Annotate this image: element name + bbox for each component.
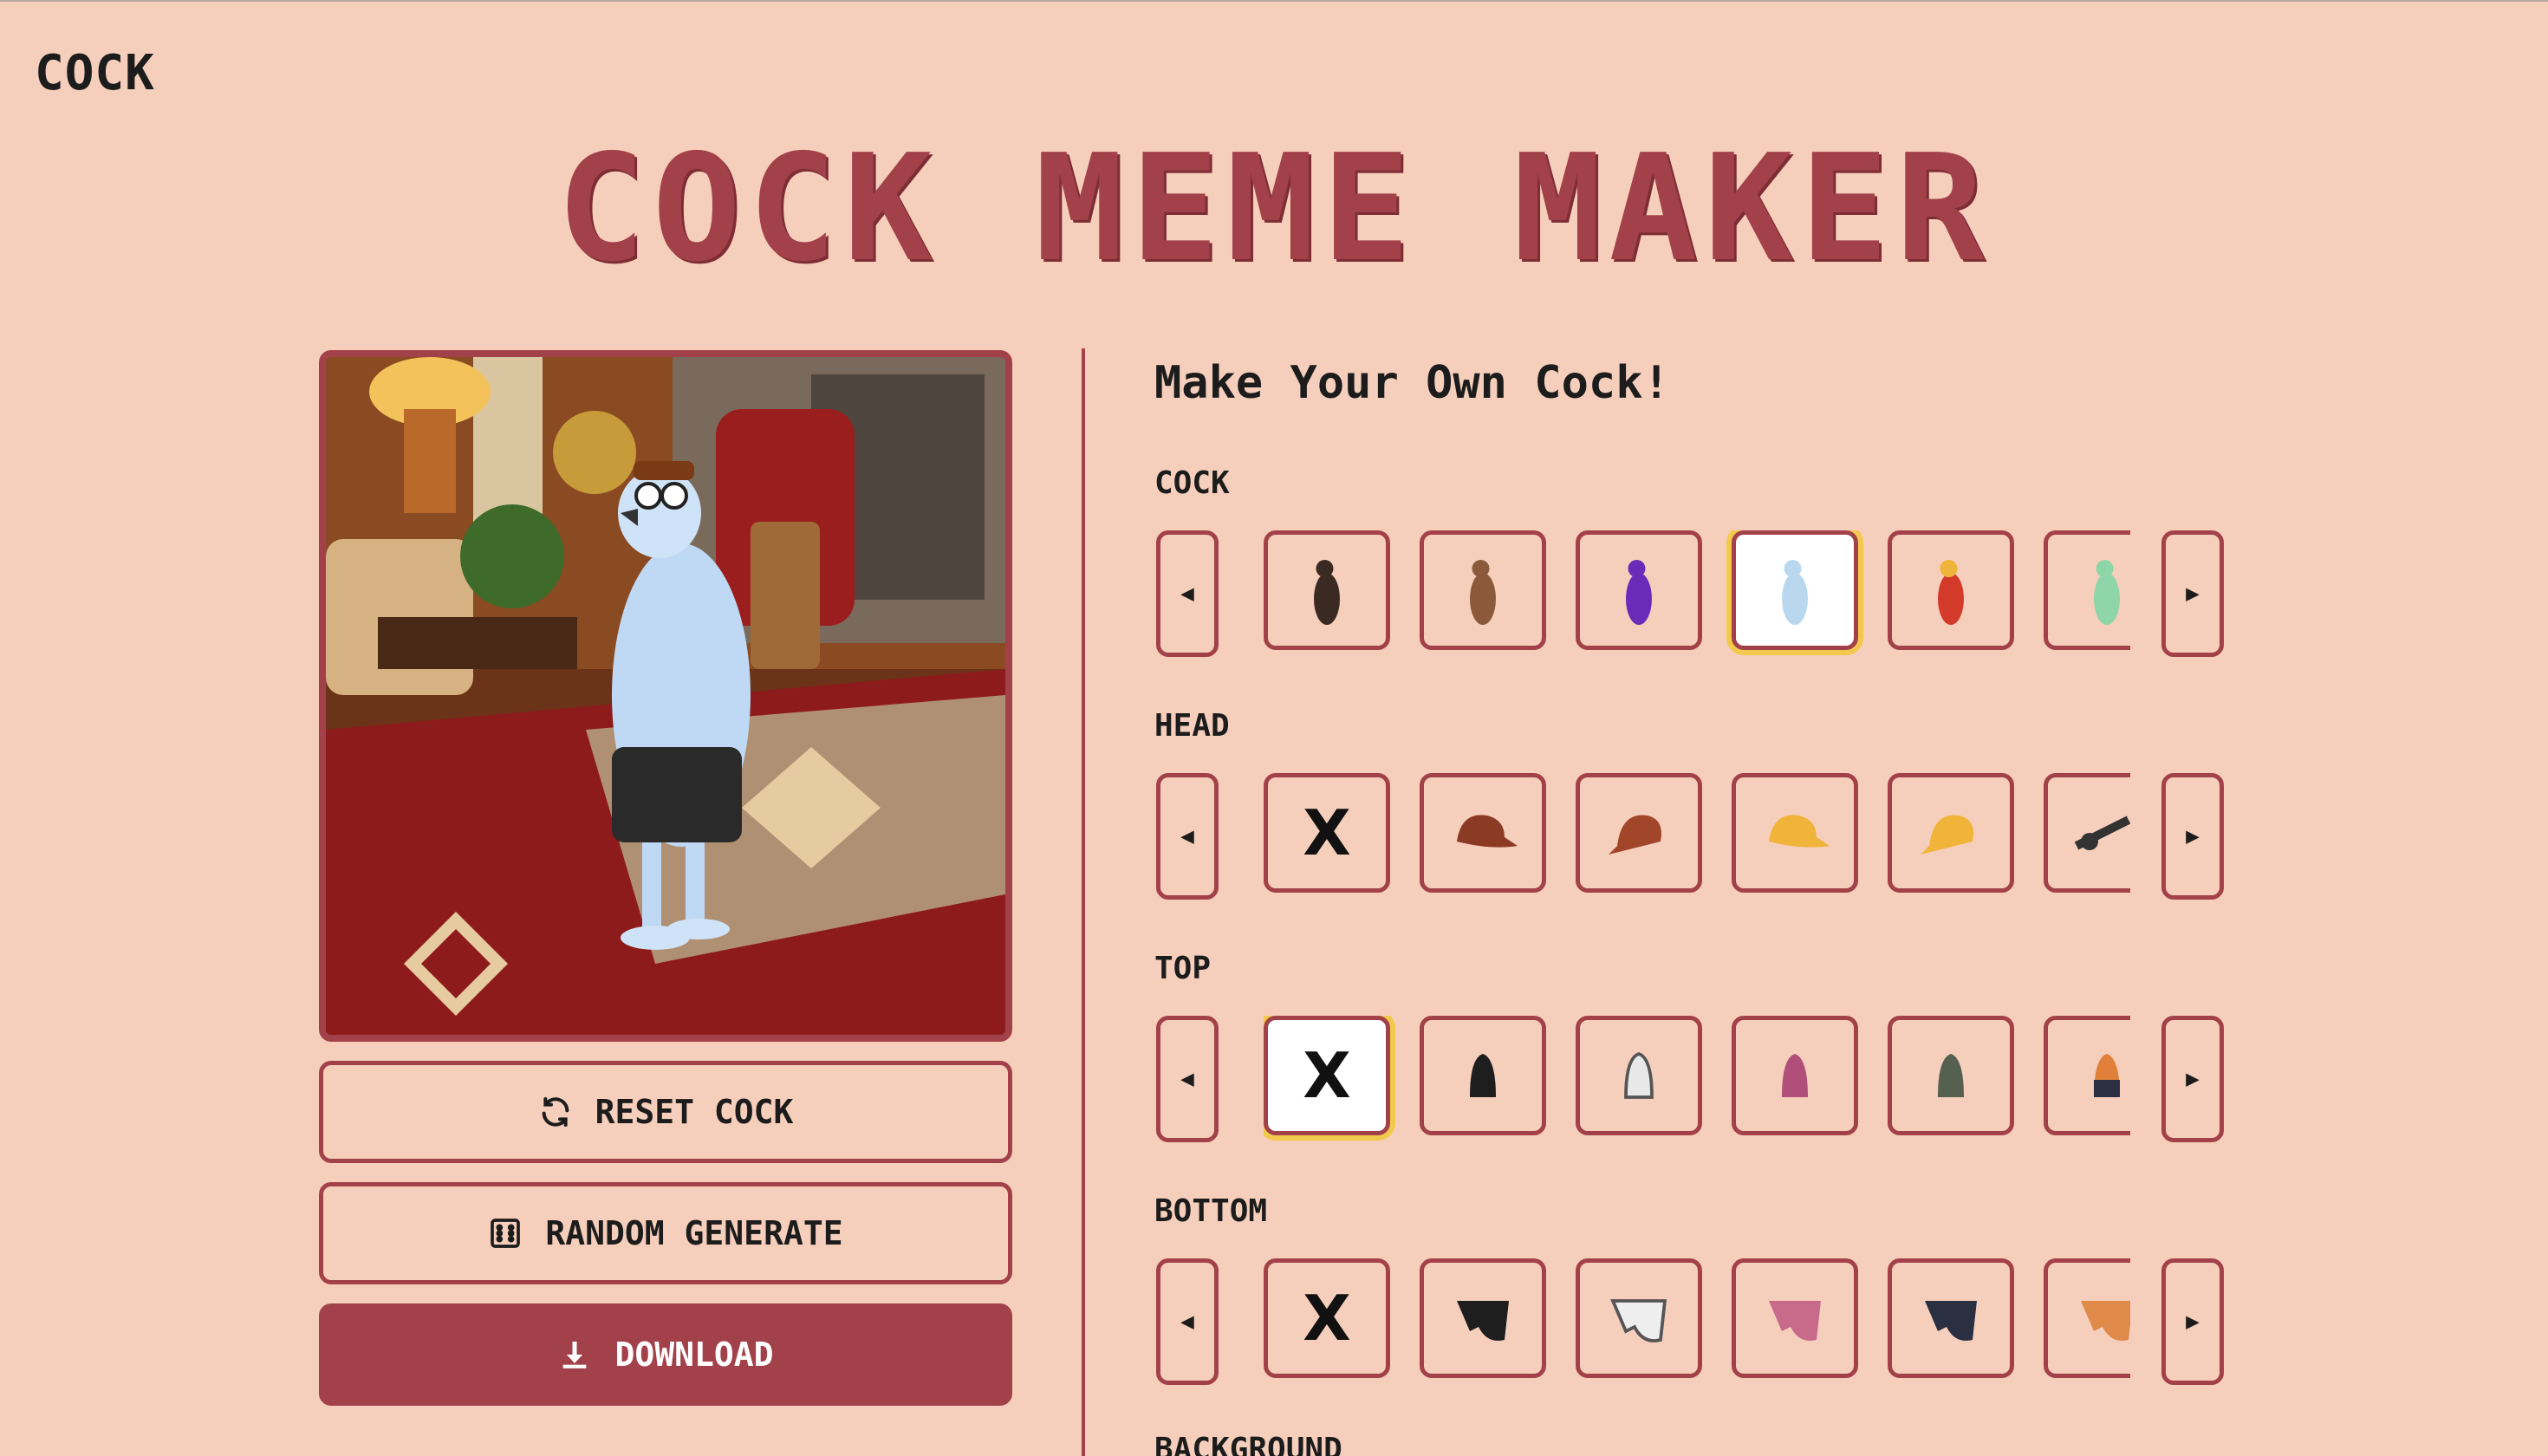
bottom-selector-row: ◀ X ▶	[1156, 1258, 2231, 1388]
download-button[interactable]: DOWNLOAD	[319, 1303, 1012, 1406]
top-option-2[interactable]	[1420, 1016, 1546, 1135]
meme-preview-canvas	[319, 350, 1012, 1042]
head-option-5[interactable]	[1888, 773, 2014, 893]
head-next-button[interactable]: ▶	[2161, 773, 2224, 900]
top-option-3[interactable]	[1576, 1016, 1702, 1135]
bottom-option-4[interactable]	[1732, 1258, 1858, 1378]
top-option-6[interactable]	[2044, 1016, 2130, 1135]
head-option-4[interactable]	[1732, 773, 1858, 893]
top-prev-button[interactable]: ◀	[1156, 1016, 1219, 1142]
background-section-label: BACKGROUND	[1154, 1432, 1342, 1456]
cock-option-4[interactable]	[1732, 530, 1858, 650]
bottom-prev-button[interactable]: ◀	[1156, 1258, 1219, 1385]
bottom-option-2[interactable]	[1420, 1258, 1546, 1378]
orange-jacket-icon	[2094, 1054, 2120, 1097]
top-items: X	[1264, 1016, 2130, 1146]
section-heading: Make Your Own Cock!	[1154, 357, 1670, 409]
cock-prev-button[interactable]: ◀	[1156, 530, 1219, 657]
column-divider	[1082, 348, 1085, 1456]
ice-rooster-icon	[1782, 560, 1808, 625]
head-option-3[interactable]	[1576, 773, 1702, 893]
cock-next-button[interactable]: ▶	[2161, 530, 2224, 657]
top-selector-row: ◀ X ▶	[1156, 1016, 2231, 1146]
cock-option-3[interactable]	[1576, 530, 1702, 650]
fire-rooster-icon	[1938, 560, 1964, 625]
pink-shorts-icon	[1769, 1301, 1821, 1341]
cock-option-2[interactable]	[1420, 530, 1546, 650]
head-option-none[interactable]: X	[1264, 773, 1390, 893]
top-option-none[interactable]: X	[1264, 1016, 1390, 1135]
bottom-option-3[interactable]	[1576, 1258, 1702, 1378]
download-icon	[557, 1337, 592, 1372]
brown-rooster-icon	[1470, 560, 1496, 625]
head-prev-button[interactable]: ◀	[1156, 773, 1219, 900]
bottom-items: X	[1264, 1258, 2130, 1388]
random-generate-label: RANDOM GENERATE	[545, 1214, 843, 1252]
dark-rooster-icon	[1314, 560, 1340, 625]
bottom-next-button[interactable]: ▶	[2161, 1258, 2224, 1385]
top-option-4[interactable]	[1732, 1016, 1858, 1135]
bottom-option-6[interactable]	[2044, 1258, 2130, 1378]
bottom-section-label: BOTTOM	[1154, 1193, 1268, 1229]
orange-shorts-icon	[2081, 1301, 2130, 1341]
download-button-label: DOWNLOAD	[614, 1336, 774, 1374]
purple-rooster-icon	[1626, 560, 1652, 625]
reset-button-label: RESET COCK	[595, 1093, 794, 1131]
cock-option-1[interactable]	[1264, 530, 1390, 650]
cock-option-6[interactable]	[2044, 530, 2130, 650]
head-option-6[interactable]	[2044, 773, 2130, 893]
refresh-icon	[538, 1095, 573, 1129]
cock-selector-row: ◀ ▶	[1156, 530, 2231, 660]
page-title: COCK MEME MAKER	[556, 123, 1992, 295]
navy-shorts-icon	[1925, 1301, 1977, 1341]
head-items: X	[1264, 773, 2130, 903]
bottom-option-none[interactable]: X	[1264, 1258, 1390, 1378]
top-next-button[interactable]: ▶	[2161, 1016, 2224, 1142]
none-icon: X	[1303, 1039, 1351, 1112]
green-rooster-icon	[2094, 560, 2120, 625]
none-icon: X	[1303, 796, 1351, 869]
yellow-cap-icon	[1921, 815, 1973, 855]
bottom-option-5[interactable]	[1888, 1258, 2014, 1378]
dice-icon	[488, 1216, 523, 1251]
black-hoodie-icon	[1470, 1054, 1496, 1097]
white-hoodie-icon	[1624, 1052, 1654, 1099]
none-icon: X	[1303, 1282, 1351, 1355]
reset-button[interactable]: RESET COCK	[319, 1061, 1012, 1163]
head-selector-row: ◀ X ▶	[1156, 773, 2231, 903]
top-section-label: TOP	[1154, 951, 1212, 986]
sunglasses-icon	[2074, 816, 2130, 850]
random-generate-button[interactable]: RANDOM GENERATE	[319, 1182, 1012, 1284]
grey-hoodie-icon	[1938, 1054, 1964, 1097]
head-section-label: HEAD	[1154, 708, 1230, 744]
pink-hoodie-icon	[1782, 1054, 1808, 1097]
brand-logo[interactable]: COCK	[35, 45, 155, 101]
cock-section-label: COCK	[1154, 465, 1230, 501]
brown-cap-icon	[1457, 815, 1518, 848]
black-shorts-icon	[1457, 1301, 1509, 1341]
cock-items	[1264, 530, 2130, 660]
yellow-cap-icon	[1769, 815, 1830, 848]
brown-cap-icon	[1609, 815, 1661, 855]
top-option-5[interactable]	[1888, 1016, 2014, 1135]
head-option-2[interactable]	[1420, 773, 1546, 893]
cock-option-5[interactable]	[1888, 530, 2014, 650]
white-shorts-icon	[1610, 1299, 1667, 1342]
